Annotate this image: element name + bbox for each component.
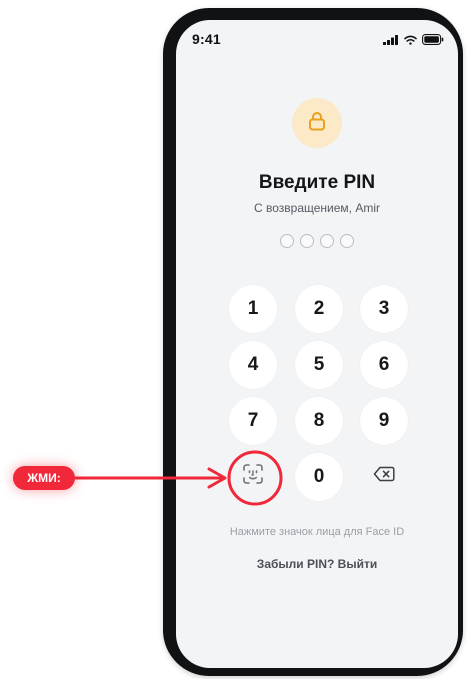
- key-6[interactable]: 6: [360, 341, 408, 389]
- page-title: Введите PIN: [258, 172, 376, 193]
- lock-icon: [306, 110, 328, 137]
- welcome-subtitle: С возвращением, Amir: [254, 201, 380, 215]
- key-5[interactable]: 5: [295, 341, 343, 389]
- battery-icon: [422, 32, 444, 50]
- key-2[interactable]: 2: [295, 285, 343, 333]
- signal-icon: [383, 32, 399, 50]
- status-time: 9:41: [192, 31, 221, 47]
- lock-badge: [292, 98, 342, 148]
- forgot-pin-logout-link[interactable]: Забыли PIN? Выйти: [176, 557, 458, 571]
- phone-screen: 9:41 Введите PIN С возвращением, Amir 1 …: [176, 20, 458, 668]
- key-8[interactable]: 8: [295, 397, 343, 445]
- backspace-icon: [373, 466, 395, 488]
- face-id-icon: [242, 463, 264, 491]
- key-7[interactable]: 7: [229, 397, 277, 445]
- pin-dot: [280, 234, 294, 248]
- annotation-callout: ЖМИ:: [13, 466, 75, 490]
- wifi-icon: [404, 32, 417, 50]
- backspace-button[interactable]: [360, 453, 408, 501]
- status-icons: [383, 32, 444, 50]
- key-9[interactable]: 9: [360, 397, 408, 445]
- pin-dot: [340, 234, 354, 248]
- face-id-button[interactable]: [229, 453, 277, 501]
- key-1[interactable]: 1: [229, 285, 277, 333]
- key-3[interactable]: 3: [360, 285, 408, 333]
- pin-dots: [176, 234, 458, 248]
- face-id-hint: Нажмите значок лица для Face ID: [229, 526, 405, 538]
- pin-dot: [300, 234, 314, 248]
- key-0[interactable]: 0: [295, 453, 343, 501]
- stage: 9:41 Введите PIN С возвращением, Amir 1 …: [0, 0, 468, 679]
- key-4[interactable]: 4: [229, 341, 277, 389]
- pin-dot: [320, 234, 334, 248]
